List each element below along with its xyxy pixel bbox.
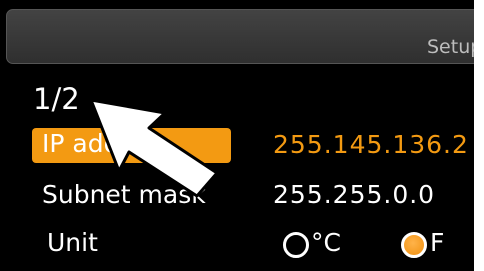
- ip-address-row-highlight[interactable]: IP address: [32, 128, 231, 163]
- header-bar: Setup: [6, 9, 474, 64]
- header-title: Setup: [427, 36, 474, 58]
- unit-label: Unit: [47, 228, 98, 257]
- fahrenheit-radio[interactable]: [401, 232, 427, 258]
- subnet-mask-label: Subnet mask: [42, 180, 206, 209]
- ip-address-value[interactable]: 255.145.136.2: [273, 130, 469, 159]
- celsius-radio[interactable]: [283, 232, 309, 258]
- ip-address-label: IP address: [42, 129, 171, 158]
- celsius-radio-label: °C: [311, 228, 341, 257]
- page-indicator: 1/2: [33, 82, 80, 116]
- device-screen: Setup 1/2 IP address 255.145.136.2 Subne…: [0, 0, 474, 271]
- fahrenheit-radio-label: F: [430, 228, 445, 257]
- subnet-mask-value[interactable]: 255.255.0.0: [273, 180, 435, 209]
